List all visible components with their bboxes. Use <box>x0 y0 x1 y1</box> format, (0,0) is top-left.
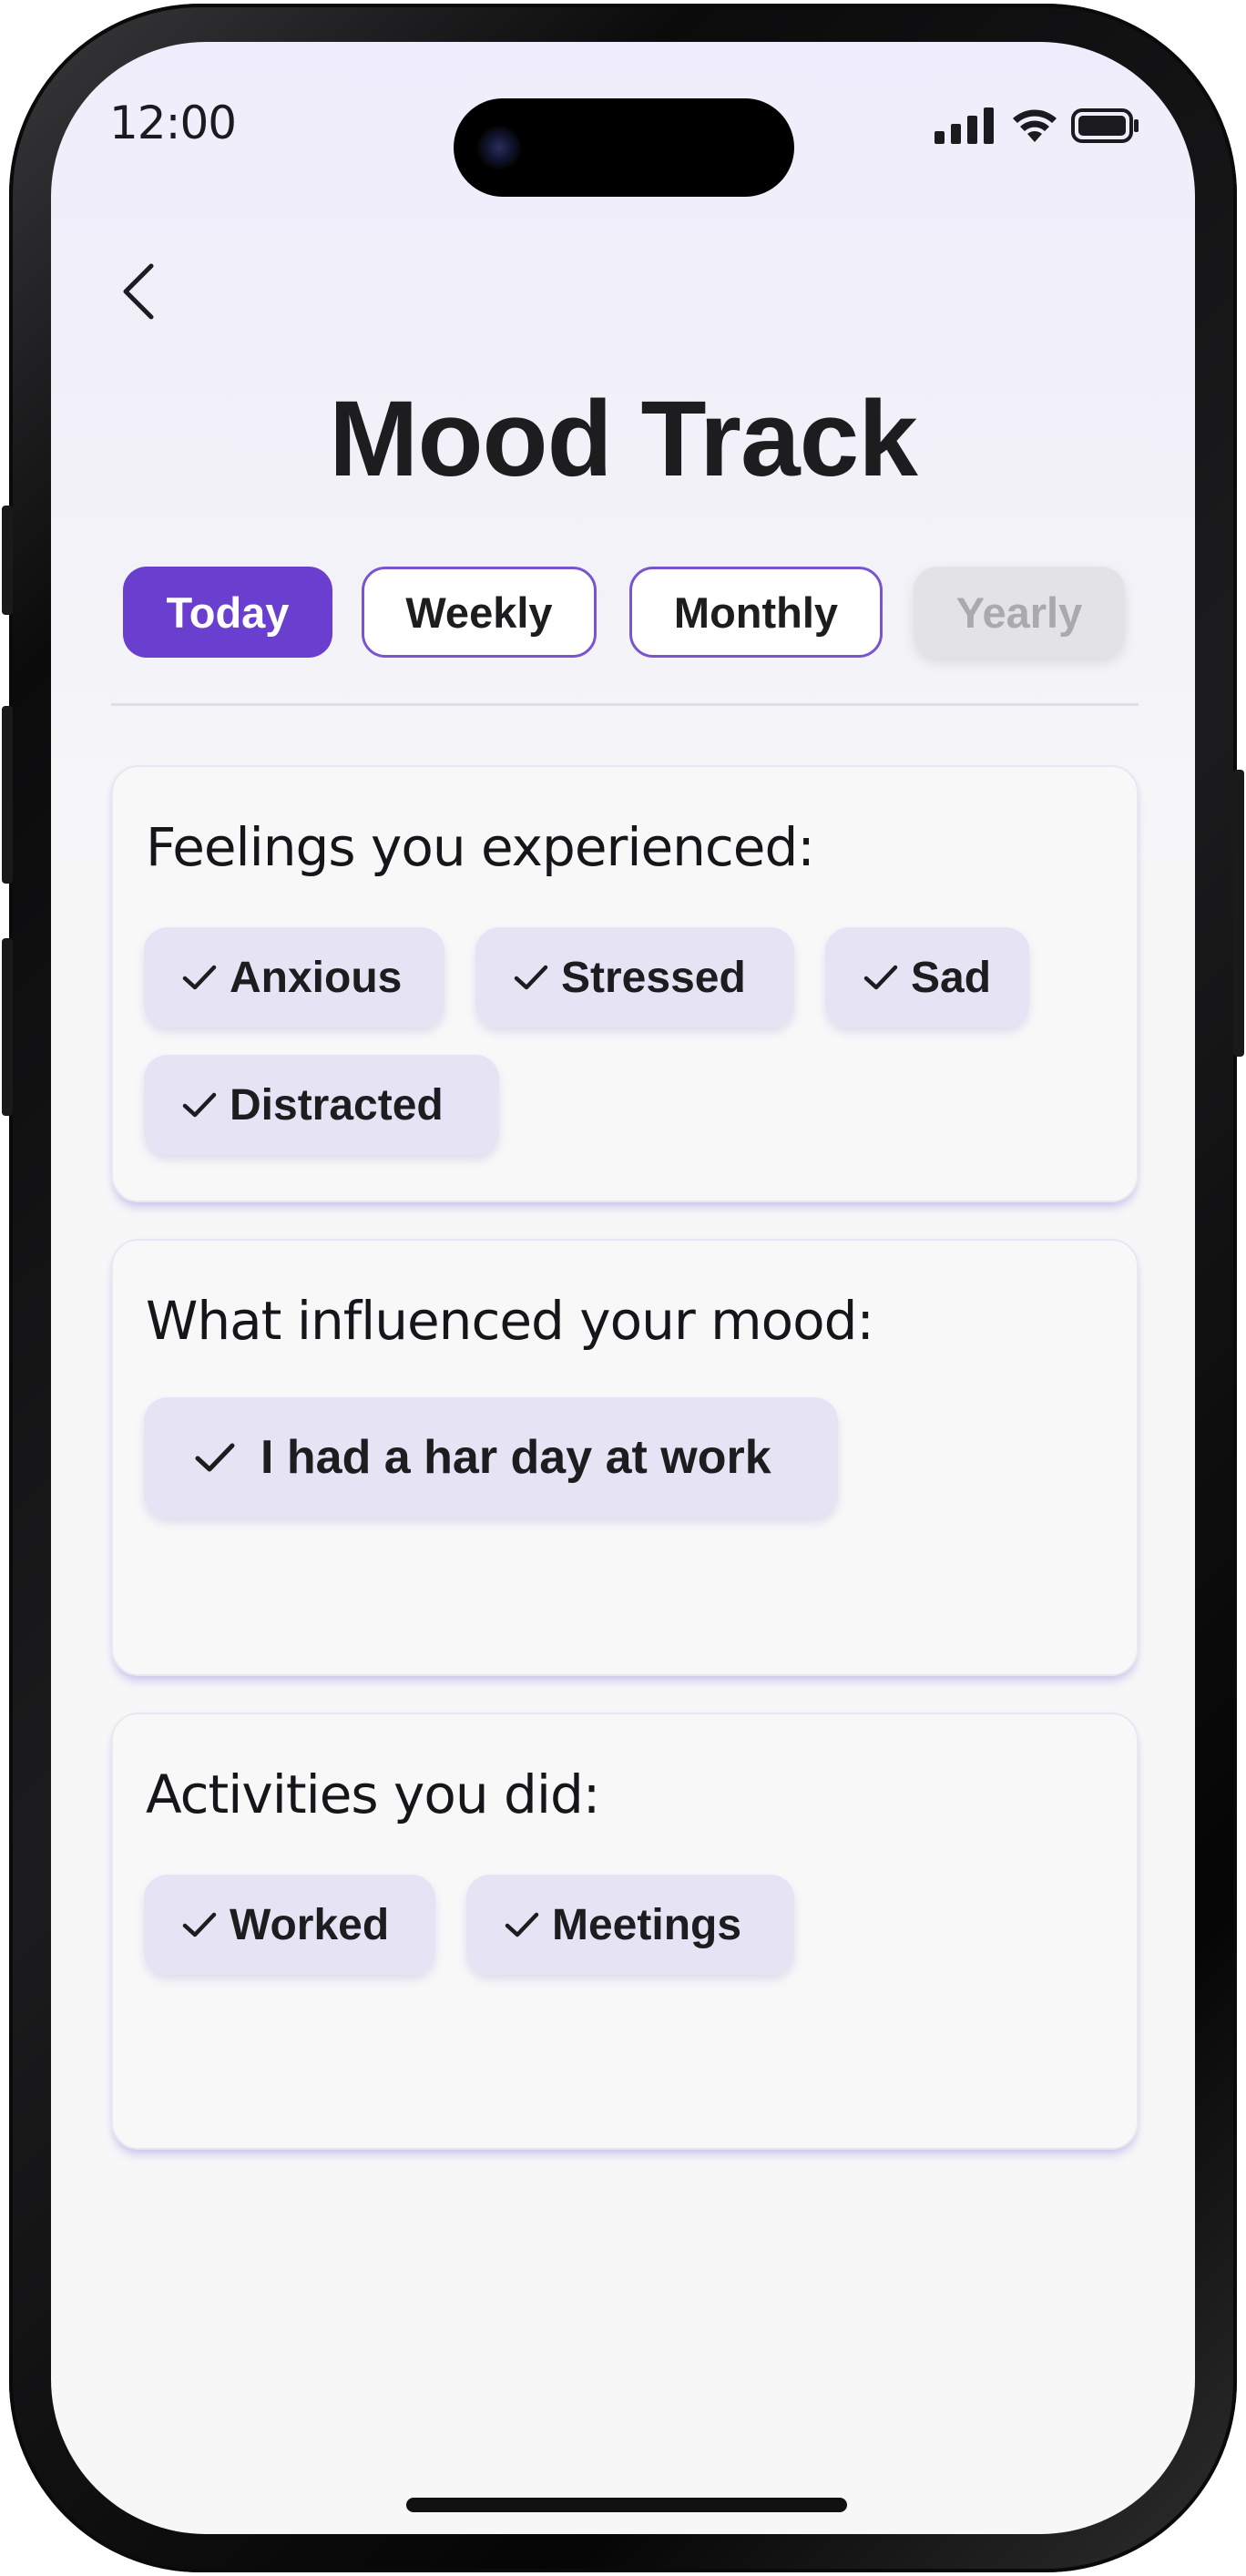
tab-weekly[interactable]: Weekly <box>362 567 597 658</box>
cellular-signal-icon <box>934 107 994 144</box>
tab-monthly[interactable]: Monthly <box>629 567 883 658</box>
action-button <box>2 506 13 615</box>
status-time: 12:00 <box>109 97 237 149</box>
dynamic-island <box>454 98 794 197</box>
checkmark-icon <box>505 1911 539 1938</box>
influence-title: What influenced your mood: <box>146 1290 874 1352</box>
chip-worked[interactable]: Worked <box>144 1875 435 1975</box>
volume-up-button <box>2 706 13 884</box>
activities-card: Activities you did: Worked Meetings <box>111 1712 1139 2150</box>
chip-distracted[interactable]: Distracted <box>144 1055 499 1155</box>
feelings-title: Feelings you experienced: <box>146 816 815 878</box>
home-indicator[interactable] <box>406 2498 847 2512</box>
checkmark-icon <box>514 964 548 991</box>
checkmark-icon <box>863 964 898 991</box>
feelings-card: Feelings you experienced: Anxious Stress… <box>111 765 1139 1202</box>
chip-label: Distracted <box>230 1080 444 1130</box>
activities-title: Activities you did: <box>146 1763 600 1825</box>
page-title: Mood Track <box>329 379 918 499</box>
checkmark-icon <box>195 1442 235 1473</box>
chip-label: Worked <box>230 1900 390 1949</box>
chip-sad[interactable]: Sad <box>825 927 1029 1027</box>
chip-label: I had a har day at work <box>260 1431 771 1484</box>
back-arrow-icon <box>123 263 154 320</box>
chip-label: Meetings <box>552 1900 742 1949</box>
chip-hard-day-at-work[interactable]: I had a har day at work <box>144 1397 838 1518</box>
camera-icon <box>477 126 521 169</box>
chip-label: Sad <box>911 953 992 1002</box>
checkmark-icon <box>182 964 217 991</box>
battery-icon <box>1071 108 1139 143</box>
volume-down-button <box>2 938 13 1116</box>
power-button <box>1233 770 1244 1057</box>
period-tabs: Today Weekly Monthly Yearly <box>123 567 1143 659</box>
status-icons <box>934 107 1140 144</box>
chip-stressed[interactable]: Stressed <box>475 927 794 1027</box>
influence-card: What influenced your mood: I had a har d… <box>111 1239 1139 1676</box>
wifi-icon <box>1013 109 1057 142</box>
screen: 12:00 Mood Track Today Weekly Monthly Ye… <box>51 42 1195 2534</box>
checkmark-icon <box>182 1091 217 1119</box>
tab-today[interactable]: Today <box>123 567 332 658</box>
checkmark-icon <box>182 1911 217 1938</box>
chip-anxious[interactable]: Anxious <box>144 927 444 1027</box>
chip-label: Anxious <box>230 953 403 1002</box>
divider <box>111 703 1139 706</box>
tab-yearly[interactable]: Yearly <box>914 567 1125 658</box>
chip-label: Stressed <box>561 953 746 1002</box>
chip-meetings[interactable]: Meetings <box>466 1875 794 1975</box>
back-button[interactable] <box>111 255 166 328</box>
